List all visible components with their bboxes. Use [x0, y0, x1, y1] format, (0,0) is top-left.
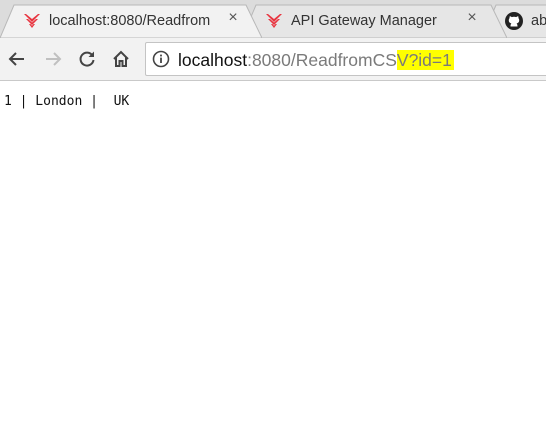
close-tab-icon[interactable]: ×	[464, 10, 480, 26]
browser-toolbar: localhost:8080/ReadfromCSV?id=1	[0, 38, 546, 81]
arrow-left-icon	[8, 52, 24, 66]
reload-button[interactable]	[74, 46, 100, 72]
url-host: localhost	[178, 50, 248, 70]
api-gateway-icon	[266, 14, 282, 28]
arrow-right-icon	[46, 52, 62, 66]
home-icon	[113, 50, 129, 67]
tab-strip: localhost:8080/Readfrom × API Gateway Ma…	[0, 0, 546, 38]
url-path: :8080/ReadfromCS	[247, 50, 397, 70]
tab-title: localhost:8080/Readfrom	[49, 13, 211, 29]
home-button[interactable]	[108, 46, 134, 72]
url-text[interactable]: localhost:8080/ReadfromCSV?id=1	[178, 49, 454, 71]
tab-api-gateway-manager[interactable]: API Gateway Manager ×	[242, 4, 507, 38]
github-icon	[505, 12, 523, 30]
close-tab-icon[interactable]: ×	[225, 10, 241, 26]
back-button[interactable]	[4, 46, 30, 72]
url-query-highlighted: V?id=1	[396, 50, 454, 70]
info-icon[interactable]	[152, 50, 170, 68]
reload-icon	[79, 51, 95, 67]
address-bar[interactable]: localhost:8080/ReadfromCSV?id=1	[145, 42, 546, 76]
tab-title: API Gateway Manager	[291, 13, 437, 29]
tab-title: ab	[531, 13, 546, 29]
csv-output-text: 1 | London | UK	[4, 94, 130, 109]
tab-localhost[interactable]: localhost:8080/Readfrom ×	[0, 4, 262, 38]
forward-button[interactable]	[40, 46, 66, 72]
api-gateway-icon	[24, 14, 40, 28]
page-content: 1 | London | UK	[0, 82, 546, 437]
